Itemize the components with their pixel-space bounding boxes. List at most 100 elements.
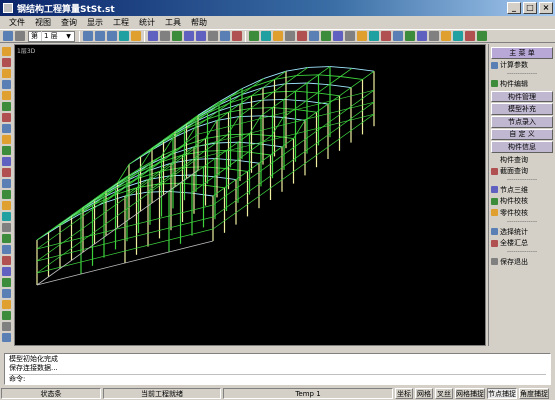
panel-tab-6[interactable]: 自 定 义 xyxy=(491,128,553,141)
refresh-icon[interactable] xyxy=(297,31,307,41)
front-view-icon[interactable] xyxy=(184,31,194,41)
menu-tools[interactable]: 工具 xyxy=(160,17,186,28)
left-tool-icon[interactable] xyxy=(2,113,11,122)
left-tool-icon[interactable] xyxy=(2,278,11,287)
command-prompt[interactable]: 命令: xyxy=(9,374,546,383)
left-tool-icon[interactable] xyxy=(2,245,11,254)
menu-statistics[interactable]: 统计 xyxy=(134,17,160,28)
left-tool-icon[interactable] xyxy=(2,311,11,320)
pan-icon[interactable] xyxy=(119,31,129,41)
section-icon[interactable] xyxy=(232,31,242,41)
select-icon[interactable] xyxy=(405,31,415,41)
left-tool-icon[interactable] xyxy=(2,80,11,89)
menu-display[interactable]: 显示 xyxy=(82,17,108,28)
view-3d-icon[interactable] xyxy=(148,31,158,41)
panel-item-11[interactable]: 节点三维 xyxy=(491,184,553,196)
zoom-in-icon[interactable] xyxy=(83,31,93,41)
redo-icon[interactable] xyxy=(393,31,403,41)
panel-item-18[interactable]: 保存退出 xyxy=(491,256,553,268)
node-snap-toggle[interactable]: 节点捕捉 xyxy=(487,388,517,399)
zoom-window-icon[interactable] xyxy=(107,31,117,41)
layer-icon[interactable] xyxy=(208,31,218,41)
left-tool-icon[interactable] xyxy=(2,47,11,56)
measure-icon[interactable] xyxy=(345,31,355,41)
help-icon[interactable] xyxy=(465,31,475,41)
panel-item-8[interactable]: 构件查询 xyxy=(491,154,553,166)
grid-icon[interactable] xyxy=(160,31,170,41)
left-tool-icon[interactable] xyxy=(2,289,11,298)
left-tool-icon[interactable] xyxy=(2,190,11,199)
color-icon[interactable] xyxy=(273,31,283,41)
panel-tab-4[interactable]: 模型补充 xyxy=(491,103,553,115)
menu-project[interactable]: 工程 xyxy=(108,17,134,28)
left-tool-icon[interactable] xyxy=(2,333,11,342)
left-tool-icon[interactable] xyxy=(2,234,11,243)
node-icon[interactable] xyxy=(333,31,343,41)
rotate-icon[interactable] xyxy=(309,31,319,41)
left-tool-icon[interactable] xyxy=(2,179,11,188)
zoom-all-icon[interactable] xyxy=(131,31,141,41)
left-tool-icon[interactable] xyxy=(2,300,11,309)
copy-icon[interactable] xyxy=(429,31,439,41)
hide-icon[interactable] xyxy=(285,31,295,41)
left-tool-icon[interactable] xyxy=(2,212,11,221)
main-menu-tab[interactable]: 主 菜 单 xyxy=(491,47,553,59)
properties-icon[interactable] xyxy=(453,31,463,41)
render-icon[interactable] xyxy=(249,31,259,41)
floor-select[interactable]: 第 1 层 ▼ xyxy=(28,30,75,42)
wireframe-icon[interactable] xyxy=(261,31,271,41)
left-tool-icon[interactable] xyxy=(2,168,11,177)
axis-icon[interactable] xyxy=(220,31,230,41)
left-tool-icon[interactable] xyxy=(2,135,11,144)
grid-toggle[interactable]: 网格 xyxy=(415,388,433,399)
zoom-out-icon[interactable] xyxy=(95,31,105,41)
command-area[interactable]: 模型初始化完成 保存连接数据... 命令: xyxy=(4,353,551,385)
minimize-button[interactable]: _ xyxy=(507,2,521,14)
panel-tab-5[interactable]: 节点录入 xyxy=(491,115,553,128)
print-icon[interactable] xyxy=(15,31,25,41)
left-tool-icon[interactable] xyxy=(2,157,11,166)
panel-item-15[interactable]: 选择统计 xyxy=(491,226,553,238)
angle-snap-toggle[interactable]: 角度捕捉 xyxy=(519,388,549,399)
side-view-icon[interactable] xyxy=(196,31,206,41)
left-tool-icon[interactable] xyxy=(2,146,11,155)
close-button[interactable]: × xyxy=(539,2,553,14)
panel-tab-7[interactable]: 构件信息 xyxy=(491,141,553,153)
menu-view[interactable]: 视图 xyxy=(30,17,56,28)
panel-item-2[interactable]: 构件编辑 xyxy=(491,78,553,90)
menu-help[interactable]: 帮助 xyxy=(186,17,212,28)
menu-query[interactable]: 查询 xyxy=(56,17,82,28)
member-icon[interactable] xyxy=(321,31,331,41)
model-viewport[interactable]: 1层3D xyxy=(14,44,486,346)
left-tool-icon[interactable] xyxy=(2,124,11,133)
left-tool-icon[interactable] xyxy=(2,223,11,232)
left-tool-icon[interactable] xyxy=(2,58,11,67)
tag-icon[interactable] xyxy=(357,31,367,41)
panel-item-12[interactable]: 构件校核 xyxy=(491,196,553,208)
calculator-icon[interactable] xyxy=(477,31,487,41)
filter-icon[interactable] xyxy=(369,31,379,41)
undo-icon[interactable] xyxy=(381,31,391,41)
plan-view-icon[interactable] xyxy=(172,31,182,41)
left-tool-icon[interactable] xyxy=(2,322,11,331)
frame-member xyxy=(351,67,375,72)
coord-toggle[interactable]: 坐标 xyxy=(395,388,413,399)
panel-item-13[interactable]: 零件校核 xyxy=(491,207,553,219)
steel-structure-3d-model[interactable] xyxy=(15,45,485,345)
panel-tab-3[interactable]: 构件管理 xyxy=(491,90,553,103)
left-tool-icon[interactable] xyxy=(2,102,11,111)
left-tool-icon[interactable] xyxy=(2,91,11,100)
left-tool-icon[interactable] xyxy=(2,69,11,78)
chevron-down-icon[interactable]: ▼ xyxy=(65,33,72,40)
crosshair-toggle[interactable]: 叉丝 xyxy=(435,388,453,399)
grid-snap-toggle[interactable]: 网格捕捉 xyxy=(455,388,485,399)
left-tool-icon[interactable] xyxy=(2,201,11,210)
panel-item-label: 零件校核 xyxy=(500,208,528,217)
delete-icon[interactable] xyxy=(441,31,451,41)
move-icon[interactable] xyxy=(417,31,427,41)
left-tool-icon[interactable] xyxy=(2,267,11,276)
menu-file[interactable]: 文件 xyxy=(4,17,30,28)
save-icon[interactable] xyxy=(3,31,13,41)
left-tool-icon[interactable] xyxy=(2,256,11,265)
maximize-button[interactable]: □ xyxy=(523,2,537,14)
